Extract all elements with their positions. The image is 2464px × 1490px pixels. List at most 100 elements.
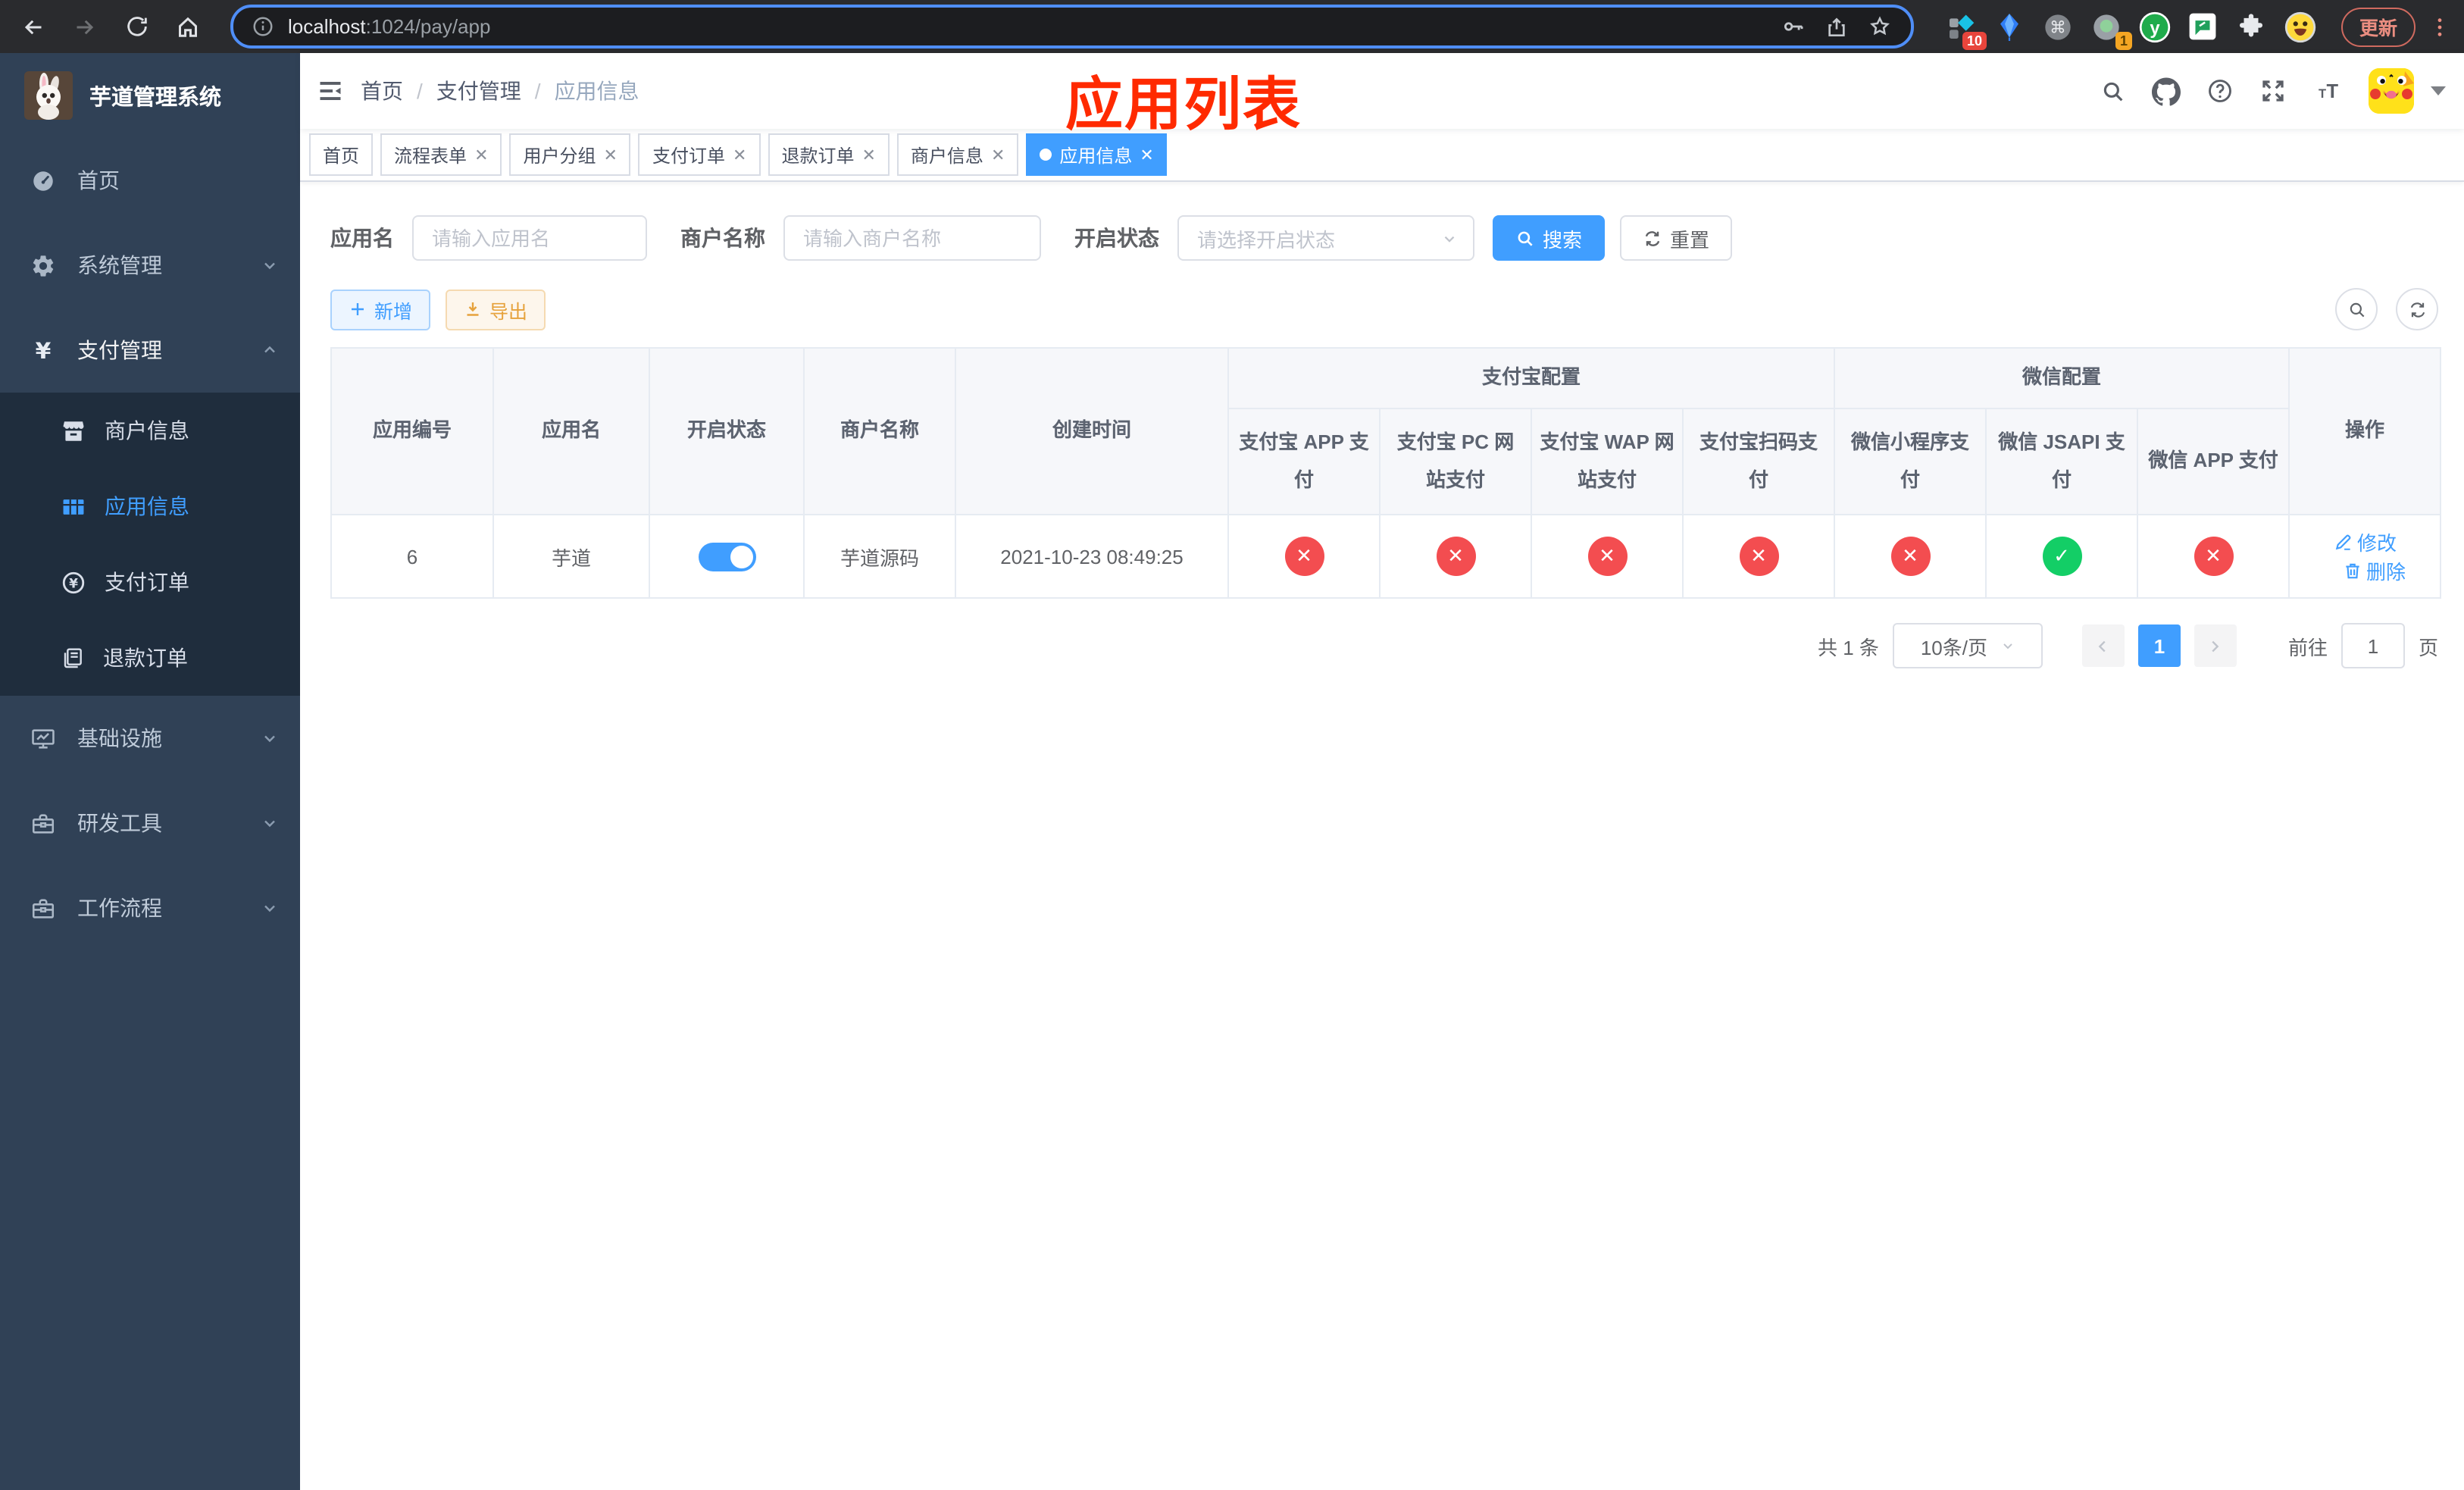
sidebar-item-label: 应用信息: [105, 494, 189, 518]
tab-app-info-active[interactable]: 应用信息 ✕: [1026, 133, 1168, 176]
extension-record-icon[interactable]: 1: [2090, 10, 2132, 49]
close-icon[interactable]: ✕: [604, 145, 618, 164]
tab-refund-orders[interactable]: 退款订单 ✕: [768, 133, 890, 176]
app-name-input[interactable]: [412, 215, 647, 261]
search-icon: [1515, 228, 1535, 248]
table-search-toggle-button[interactable]: [2335, 288, 2378, 330]
export-button[interactable]: 导出: [446, 289, 546, 330]
extension-kite-icon[interactable]: [1993, 10, 2026, 43]
search-button[interactable]: 搜索: [1493, 215, 1606, 261]
table-row: 6 芋道 芋道源码 2021-10-23 08:49:25 ✕ ✕ ✕ ✕ ✕: [330, 514, 2442, 599]
chevron-up-icon: [261, 341, 279, 359]
sidebar-item-refund-orders[interactable]: 退款订单: [0, 620, 300, 696]
col-status: 开启状态: [649, 347, 805, 515]
app-title: 芋道管理系统: [89, 86, 221, 110]
sidebar-item-infrastructure[interactable]: 基础设施: [0, 696, 300, 781]
sidebar-item-home[interactable]: 首页: [0, 138, 300, 223]
extension-badge: 10: [1962, 31, 1987, 49]
sidebar-item-workflow[interactable]: 工作流程: [0, 866, 300, 950]
avatar-caret-icon[interactable]: [2431, 86, 2446, 95]
col-group-alipay: 支付宝配置: [1227, 347, 1836, 409]
tab-pay-orders[interactable]: 支付订单 ✕: [638, 133, 761, 176]
help-question-icon[interactable]: [2206, 77, 2234, 105]
sidebar-toggle-hamburger-icon[interactable]: [300, 53, 361, 129]
close-icon[interactable]: ✕: [733, 145, 746, 164]
col-wechat-mini: 微信小程序支付: [1834, 408, 1987, 515]
extension-blocks-icon[interactable]: 10: [1944, 10, 1987, 49]
sidebar-item-dev-tools[interactable]: 研发工具: [0, 781, 300, 866]
sidebar-item-system[interactable]: 系统管理: [0, 223, 300, 308]
col-app-name: 应用名: [492, 347, 650, 515]
channel-status-badge: ✓: [2042, 537, 2082, 576]
site-info-icon[interactable]: [252, 15, 274, 38]
breadcrumb-payment[interactable]: 支付管理: [436, 76, 521, 106]
channel-status-badge: ✕: [2194, 537, 2234, 576]
add-button[interactable]: 新增: [330, 289, 431, 330]
filter-label-merchant: 商户名称: [680, 226, 765, 250]
extension-y-icon[interactable]: y: [2138, 10, 2172, 43]
chevron-down-icon: [2000, 638, 2015, 653]
breadcrumb-home[interactable]: 首页: [361, 76, 403, 106]
tab-merchant-info[interactable]: 商户信息 ✕: [896, 133, 1019, 176]
tab-process-form[interactable]: 流程表单 ✕: [380, 133, 502, 176]
fullscreen-icon[interactable]: [2259, 77, 2287, 105]
sidebar-logo-row[interactable]: 芋道管理系统: [0, 53, 300, 138]
col-wechat-app: 微信 APP 支付: [2137, 408, 2290, 515]
status-toggle[interactable]: [698, 542, 755, 571]
password-key-icon[interactable]: [1781, 14, 1806, 39]
browser-forward-icon[interactable]: [64, 5, 106, 48]
col-wechat-jsapi: 微信 JSAPI 支付: [1985, 408, 2139, 515]
cell-wechat-mini: ✕: [1834, 514, 1987, 599]
close-icon[interactable]: ✕: [991, 145, 1005, 164]
extensions-puzzle-icon[interactable]: [2235, 10, 2269, 43]
channel-status-badge: ✕: [1587, 537, 1627, 576]
sidebar-item-app-info[interactable]: 应用信息: [0, 468, 300, 544]
goto-page-input[interactable]: 1: [2340, 623, 2405, 668]
sidebar-item-payment[interactable]: ¥ 支付管理: [0, 308, 300, 393]
extension-command-icon[interactable]: ⌘: [2041, 10, 2075, 43]
table-refresh-button[interactable]: [2396, 288, 2438, 330]
status-select[interactable]: 请选择开启状态: [1177, 215, 1474, 261]
profile-avatar-emoji[interactable]: [2284, 10, 2317, 43]
breadcrumb-current: 应用信息: [554, 79, 639, 103]
close-icon[interactable]: ✕: [1140, 145, 1153, 164]
reset-button[interactable]: 重置: [1620, 215, 1733, 261]
browser-menu-icon[interactable]: [2428, 14, 2452, 39]
tab-home[interactable]: 首页: [309, 133, 374, 176]
page-number-current[interactable]: 1: [2137, 624, 2181, 667]
bookmark-star-icon[interactable]: [1867, 14, 1893, 39]
close-icon[interactable]: ✕: [861, 145, 875, 164]
prev-page-button[interactable]: [2081, 624, 2125, 667]
page-content: 应用名 商户名称 开启状态 请选择开启状态 搜索: [300, 182, 2464, 1490]
close-icon[interactable]: ✕: [474, 145, 488, 164]
sidebar-item-pay-orders[interactable]: ¥ 支付订单: [0, 544, 300, 620]
tab-user-group[interactable]: 用户分组 ✕: [509, 133, 631, 176]
browser-reload-icon[interactable]: [115, 5, 158, 48]
yen-icon: ¥: [30, 337, 56, 363]
cell-wechat-jsapi: ✓: [1985, 514, 2139, 599]
header-search-icon[interactable]: [2100, 78, 2126, 104]
sidebar-item-label: 首页: [77, 168, 120, 193]
share-icon[interactable]: [1825, 14, 1849, 39]
address-bar[interactable]: localhost:1024/pay/app: [230, 5, 1914, 49]
sidebar-item-merchant-info[interactable]: 商户信息: [0, 393, 300, 468]
extension-chat-icon[interactable]: [2187, 10, 2220, 43]
screenshot-annotation-title: 应用列表: [1065, 74, 1302, 138]
browser-back-icon[interactable]: [12, 5, 55, 48]
svg-text:T: T: [2327, 81, 2339, 102]
edit-link[interactable]: 修改: [2333, 527, 2397, 556]
browser-update-button[interactable]: 更新: [2340, 7, 2416, 46]
url-text[interactable]: localhost:1024/pay/app: [288, 15, 490, 38]
extensions-strip: 10 ⌘ 1 y: [1944, 10, 2317, 49]
page-size-select[interactable]: 10条/页: [1892, 623, 2043, 668]
user-avatar[interactable]: [2369, 68, 2414, 114]
browser-home-icon[interactable]: [167, 5, 209, 48]
next-page-button[interactable]: [2194, 624, 2237, 667]
sidebar-item-label: 退款订单: [103, 646, 188, 670]
delete-link[interactable]: 删除: [2342, 556, 2406, 585]
merchant-name-input[interactable]: [783, 215, 1041, 261]
filter-form: 应用名 商户名称 开启状态 请选择开启状态 搜索: [330, 215, 2438, 261]
svg-text:¥: ¥: [36, 337, 52, 363]
font-size-icon[interactable]: TT: [2312, 77, 2343, 105]
github-icon[interactable]: [2152, 77, 2181, 105]
